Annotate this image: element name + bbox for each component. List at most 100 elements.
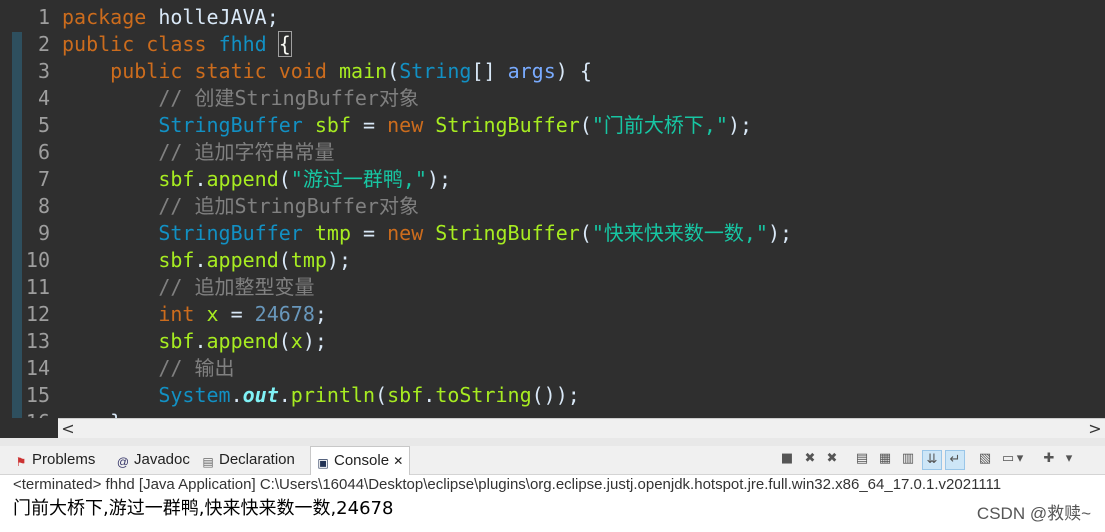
word-wrap-icon[interactable]: ↵ xyxy=(945,450,965,470)
code-line-6[interactable]: // 追加字符串常量 xyxy=(62,139,334,166)
method-name: append xyxy=(206,329,279,353)
remove-launch-icon[interactable]: ✖ xyxy=(801,450,819,468)
method-name: append xyxy=(206,248,279,272)
punct: ); xyxy=(302,329,327,353)
line-number: 7 xyxy=(37,167,50,191)
punct: ); xyxy=(767,221,793,245)
gutter-bottom xyxy=(0,418,58,438)
punct: ( xyxy=(579,221,592,245)
keyword: package xyxy=(62,5,147,29)
comment: // 创建StringBuffer对象 xyxy=(158,86,419,110)
view-menu-icon[interactable]: ▾ xyxy=(1063,450,1075,468)
code-line-16[interactable]: } xyxy=(62,409,122,418)
punct: ( xyxy=(278,329,291,353)
close-icon[interactable]: ✕ xyxy=(393,454,403,468)
code-line-9[interactable]: StringBuffer tmp = new StringBuffer("快来快… xyxy=(62,220,792,247)
watermark: CSDN @救赎~ xyxy=(976,504,1091,523)
code-line-2[interactable]: public class fhhd { xyxy=(62,31,292,58)
punct: . xyxy=(230,383,243,407)
punct: ) { xyxy=(555,59,592,83)
code-line-15[interactable]: System.out.println(sbf.toString()); xyxy=(62,382,579,409)
punct: . xyxy=(194,329,207,353)
code-line-1[interactable]: package holleJAVA; xyxy=(62,4,279,31)
keyword: public xyxy=(62,32,135,56)
code-line-12[interactable]: int x = 24678; xyxy=(62,301,327,328)
line-number: 4 xyxy=(37,86,50,110)
operator: = xyxy=(351,113,388,137)
constructor: StringBuffer xyxy=(435,113,580,137)
terminated-status: <terminated> fhhd [Java Application] C:\… xyxy=(13,476,1002,493)
line-number: 3 xyxy=(37,59,50,83)
method-name: toString xyxy=(435,383,532,407)
code-editor[interactable]: 1 2 3 4 5 6 7 8 9 10 11 12 13 14 15 16 p… xyxy=(0,0,1105,418)
method-name: append xyxy=(206,167,279,191)
type-name: String xyxy=(399,59,472,83)
tab-console[interactable]: ▣ Console ✕ xyxy=(310,446,411,475)
clear-console-icon[interactable]: ▥ xyxy=(899,450,917,468)
tab-declaration[interactable]: ▤ Declaration xyxy=(201,446,295,474)
code-line-5[interactable]: StringBuffer sbf = new StringBuffer("门前大… xyxy=(62,112,752,139)
panel-separator xyxy=(0,438,1105,446)
code-line-4[interactable]: // 创建StringBuffer对象 xyxy=(62,85,419,112)
punct: ( xyxy=(387,59,400,83)
console-icon: ▣ xyxy=(317,456,329,470)
code-line-13[interactable]: sbf.append(x); xyxy=(62,328,327,355)
code-line-10[interactable]: sbf.append(tmp); xyxy=(62,247,351,274)
line-number: 9 xyxy=(37,221,50,245)
chevron-down-icon[interactable]: ▾ xyxy=(1015,450,1025,468)
punct: ( xyxy=(278,248,291,272)
console-output[interactable]: <terminated> fhhd [Java Application] C:\… xyxy=(0,475,1105,532)
scroll-left-button[interactable]: < xyxy=(58,419,78,439)
operator: = xyxy=(218,302,255,326)
static-field: out xyxy=(242,383,279,407)
keyword: new xyxy=(387,113,424,137)
variable: sbf xyxy=(158,167,195,191)
punct: . xyxy=(194,248,207,272)
tab-label: Console xyxy=(334,452,390,469)
pin-console-icon[interactable]: ▧ xyxy=(976,450,994,468)
tab-label: Declaration xyxy=(219,451,295,468)
code-line-14[interactable]: // 输出 xyxy=(62,355,234,382)
operator: = xyxy=(351,221,388,245)
terminate-icon[interactable]: ■ xyxy=(778,450,796,468)
scroll-right-button[interactable]: > xyxy=(1085,419,1105,439)
variable: sbf xyxy=(158,248,195,272)
code-line-3[interactable]: public static void main(String[] args) { xyxy=(62,58,592,85)
punct: ); xyxy=(326,248,352,272)
comment: // 追加整型变量 xyxy=(158,275,315,299)
new-console-icon[interactable]: ✚ xyxy=(1040,450,1058,468)
keyword: class xyxy=(146,32,207,56)
line-number: 2 xyxy=(37,32,50,56)
punct: ; xyxy=(314,302,327,326)
code-line-7[interactable]: sbf.append("游过一群鸭,"); xyxy=(62,166,451,193)
remove-all-icon[interactable]: ✖ xyxy=(823,450,841,468)
horizontal-scrollbar[interactable]: < > xyxy=(58,418,1105,439)
comment: // 输出 xyxy=(158,356,235,380)
code-line-8[interactable]: // 追加StringBuffer对象 xyxy=(62,193,419,220)
tab-label: Javadoc xyxy=(134,451,190,468)
class-name: System xyxy=(158,383,231,407)
package-name: holleJAVA; xyxy=(146,5,279,29)
scroll-lock-icon[interactable]: ⇊ xyxy=(922,450,942,470)
declaration-icon: ▤ xyxy=(202,455,214,469)
variable: sbf xyxy=(387,383,424,407)
punct: ); xyxy=(727,113,753,137)
param-name: args xyxy=(507,59,556,83)
tab-label: Problems xyxy=(32,451,96,468)
tab-javadoc[interactable]: @ Javadoc xyxy=(116,446,190,474)
paste-icon[interactable]: ▦ xyxy=(876,450,894,468)
punct: ( xyxy=(579,113,592,137)
punct: ); xyxy=(426,167,452,191)
line-number: 1 xyxy=(37,5,50,29)
tab-problems[interactable]: ⚑ Problems xyxy=(14,446,96,474)
line-number: 6 xyxy=(37,140,50,164)
punct: ( xyxy=(375,383,388,407)
copy-icon[interactable]: ▤ xyxy=(853,450,871,468)
string-literal: "门前大桥下," xyxy=(591,113,728,137)
punct: ( xyxy=(278,167,291,191)
line-number: 5 xyxy=(37,113,50,137)
variable: tmp xyxy=(290,248,327,272)
code-line-11[interactable]: // 追加整型变量 xyxy=(62,274,314,301)
line-number: 14 xyxy=(25,356,50,380)
class-name: fhhd xyxy=(218,32,267,56)
